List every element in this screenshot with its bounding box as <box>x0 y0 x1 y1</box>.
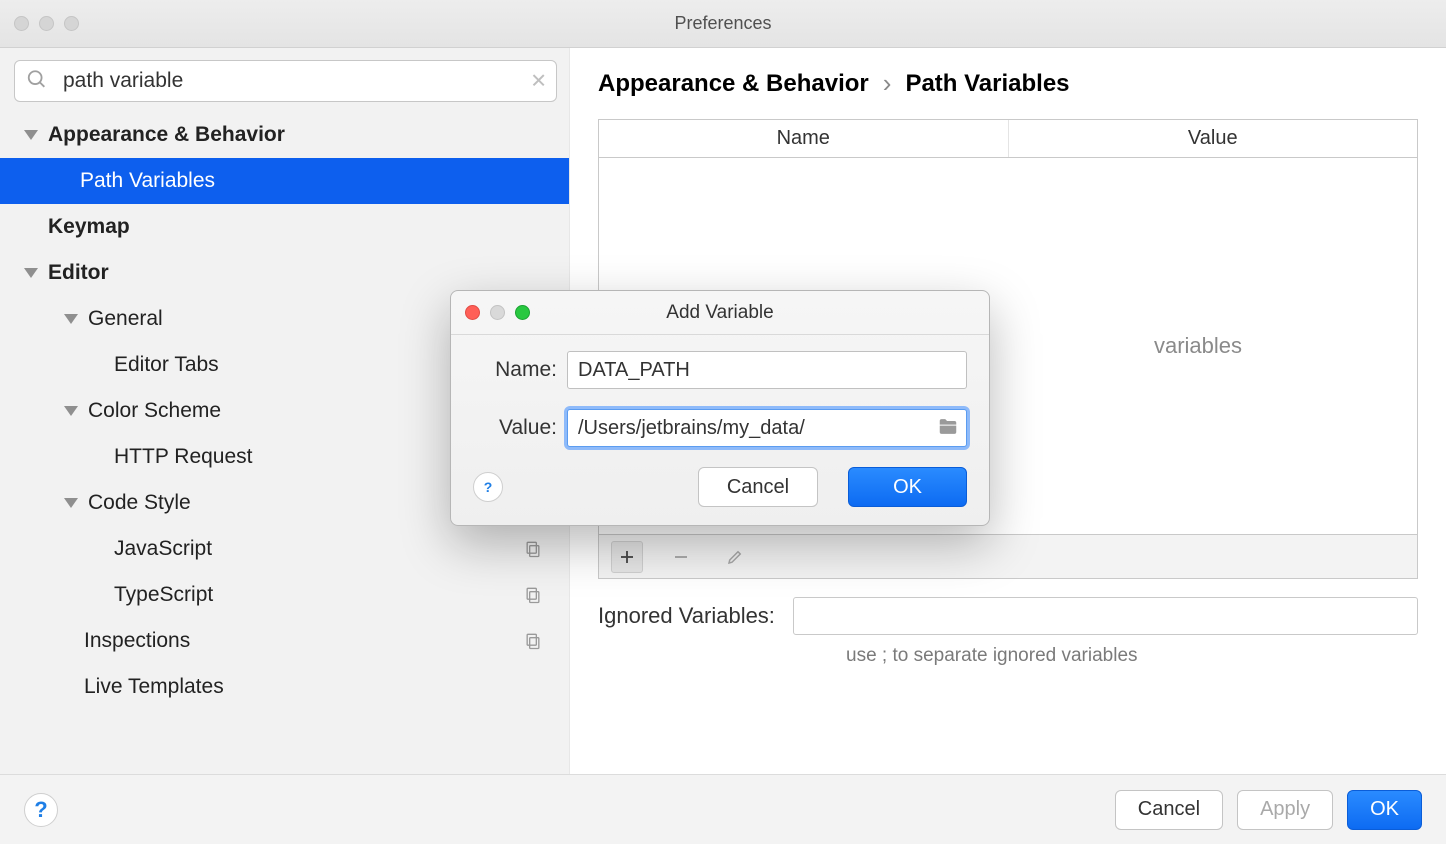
name-field-label: Name: <box>473 358 567 382</box>
help-button[interactable]: ? <box>24 793 58 827</box>
folder-icon[interactable] <box>937 416 959 441</box>
add-variable-button[interactable] <box>611 541 643 573</box>
search-input[interactable] <box>14 60 557 102</box>
chevron-down-icon <box>64 498 78 508</box>
ok-button[interactable]: OK <box>1347 790 1422 830</box>
modal-help-button[interactable]: ? <box>473 472 503 502</box>
tree-label: Editor Tabs <box>114 353 219 377</box>
copy-scheme-icon[interactable] <box>523 631 543 651</box>
chevron-down-icon <box>24 130 38 140</box>
tree-label: Editor <box>48 261 109 285</box>
tree-label: TypeScript <box>114 583 213 607</box>
tree-label: Color Scheme <box>88 399 221 423</box>
modal-ok-button[interactable]: OK <box>848 467 967 507</box>
copy-scheme-icon[interactable] <box>523 539 543 559</box>
copy-scheme-icon[interactable] <box>523 585 543 605</box>
tree-appearance-behavior[interactable]: Appearance & Behavior <box>14 112 557 158</box>
edit-variable-button[interactable] <box>719 541 751 573</box>
breadcrumb-separator-icon: › <box>883 68 892 99</box>
table-header-name[interactable]: Name <box>599 120 1009 157</box>
tree-typescript[interactable]: TypeScript <box>14 572 557 618</box>
table-toolbar <box>599 534 1417 578</box>
tree-label: Code Style <box>88 491 191 515</box>
value-field-label: Value: <box>473 416 567 440</box>
tree-label: HTTP Request <box>114 445 253 469</box>
tree-javascript[interactable]: JavaScript <box>14 526 557 572</box>
table-header-value[interactable]: Value <box>1009 120 1418 157</box>
modal-title: Add Variable <box>451 302 989 324</box>
tree-inspections[interactable]: Inspections <box>14 618 557 664</box>
clear-search-icon[interactable]: ✕ <box>530 69 547 94</box>
apply-button[interactable]: Apply <box>1237 790 1333 830</box>
remove-variable-button[interactable] <box>665 541 697 573</box>
tree-label: Appearance & Behavior <box>48 123 285 147</box>
name-field[interactable] <box>567 351 967 389</box>
tree-label: Keymap <box>48 215 130 239</box>
window-title: Preferences <box>0 13 1446 34</box>
ignored-variables-input[interactable] <box>793 597 1418 635</box>
dialog-footer: ? Cancel Apply OK <box>0 774 1446 844</box>
breadcrumb: Appearance & Behavior › Path Variables <box>598 68 1418 99</box>
tree-label: Path Variables <box>24 169 215 193</box>
chevron-down-icon <box>24 268 38 278</box>
tree-label: General <box>88 307 163 331</box>
add-variable-dialog: Add Variable Name: Value: ? Cancel OK <box>450 290 990 526</box>
tree-label: Inspections <box>84 629 190 653</box>
window-titlebar: Preferences <box>0 0 1446 48</box>
chevron-down-icon <box>64 406 78 416</box>
tree-label: JavaScript <box>114 537 212 561</box>
value-field[interactable] <box>567 409 967 447</box>
modal-cancel-button[interactable]: Cancel <box>698 467 818 507</box>
ignored-variables-label: Ignored Variables: <box>598 603 775 629</box>
search-icon <box>26 69 48 94</box>
ignored-variables-hint: use ; to separate ignored variables <box>846 645 1418 667</box>
tree-label: Live Templates <box>84 675 224 699</box>
breadcrumb-root[interactable]: Appearance & Behavior <box>598 70 869 98</box>
chevron-down-icon <box>64 314 78 324</box>
tree-keymap[interactable]: Keymap <box>14 204 557 250</box>
cancel-button[interactable]: Cancel <box>1115 790 1223 830</box>
tree-path-variables[interactable]: Path Variables <box>0 158 569 204</box>
breadcrumb-leaf: Path Variables <box>905 70 1069 98</box>
tree-live-templates[interactable]: Live Templates <box>14 664 557 710</box>
